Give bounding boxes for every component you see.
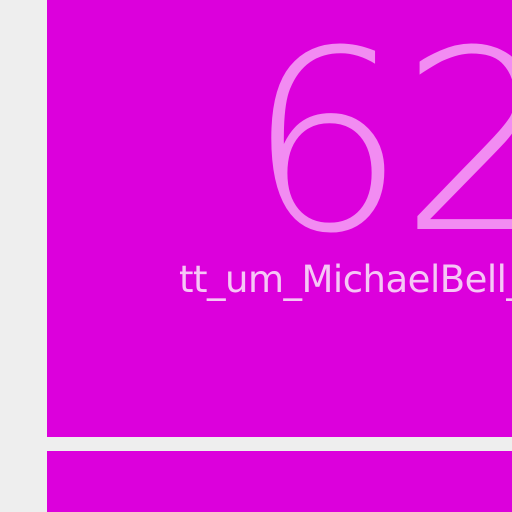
project-count: 62: [247, 0, 512, 288]
project-tile[interactable]: 62 tt_um_MichaelBell_: [47, 0, 512, 437]
project-grid-view: 62 tt_um_MichaelBell_: [0, 0, 512, 512]
project-tile-next[interactable]: [47, 451, 512, 512]
project-name: tt_um_MichaelBell_: [179, 258, 512, 301]
